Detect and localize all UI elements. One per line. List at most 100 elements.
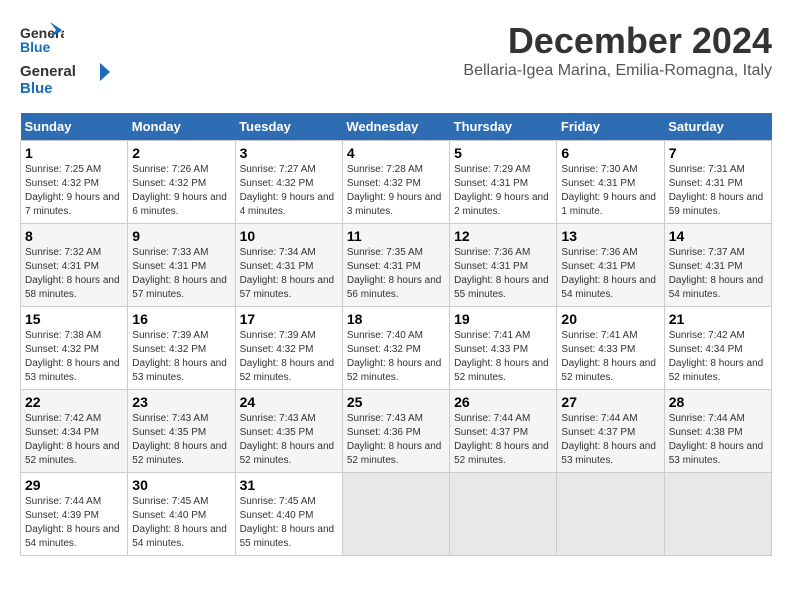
calendar-day-cell: 31 Sunrise: 7:45 AMSunset: 4:40 PMDayligh… [235, 473, 342, 556]
empty-cell [450, 473, 557, 556]
calendar-day-cell: 14 Sunrise: 7:37 AMSunset: 4:31 PMDayligh… [664, 224, 771, 307]
day-info: Sunrise: 7:42 AMSunset: 4:34 PMDaylight:… [669, 329, 767, 385]
day-number: 2 [132, 145, 230, 161]
title-block: December 2024 Bellaria-Igea Marina, Emil… [463, 20, 772, 80]
day-number: 5 [454, 145, 552, 161]
day-info: Sunrise: 7:34 AMSunset: 4:31 PMDaylight:… [240, 246, 338, 302]
calendar-day-cell: 9 Sunrise: 7:33 AMSunset: 4:31 PMDaylight… [128, 224, 235, 307]
logo-full: General Blue [20, 58, 110, 98]
day-number: 30 [132, 477, 230, 493]
day-of-week-header: Wednesday [342, 113, 449, 141]
calendar-day-cell: 17 Sunrise: 7:39 AMSunset: 4:32 PMDayligh… [235, 307, 342, 390]
day-info: Sunrise: 7:40 AMSunset: 4:32 PMDaylight:… [347, 329, 445, 385]
svg-text:General: General [20, 63, 76, 80]
logo: General Blue General Blue [20, 20, 110, 103]
day-info: Sunrise: 7:36 AMSunset: 4:31 PMDaylight:… [561, 246, 659, 302]
calendar-day-cell: 4 Sunrise: 7:28 AMSunset: 4:32 PMDaylight… [342, 141, 449, 224]
calendar-day-cell: 12 Sunrise: 7:36 AMSunset: 4:31 PMDayligh… [450, 224, 557, 307]
day-number: 6 [561, 145, 659, 161]
day-number: 7 [669, 145, 767, 161]
day-number: 18 [347, 311, 445, 327]
calendar-day-cell: 8Sunrise: 7:32 AMSunset: 4:31 PMDaylight… [21, 224, 128, 307]
calendar-day-cell: 3Sunrise: 7:27 AMSunset: 4:32 PMDaylight… [235, 141, 342, 224]
month-title: December 2024 [463, 20, 772, 62]
location-title: Bellaria-Igea Marina, Emilia-Romagna, It… [463, 62, 772, 80]
calendar-day-cell: 24Sunrise: 7:43 AMSunset: 4:35 PMDayligh… [235, 390, 342, 473]
day-number: 31 [240, 477, 338, 493]
day-info: Sunrise: 7:41 AMSunset: 4:33 PMDaylight:… [454, 329, 552, 385]
calendar-day-cell: 5 Sunrise: 7:29 AMSunset: 4:31 PMDaylight… [450, 141, 557, 224]
day-of-week-header: Saturday [664, 113, 771, 141]
calendar-table: SundayMondayTuesdayWednesdayThursdayFrid… [20, 113, 772, 556]
day-number: 16 [132, 311, 230, 327]
day-info: Sunrise: 7:43 AMSunset: 4:35 PMDaylight:… [132, 412, 230, 468]
day-number: 12 [454, 228, 552, 244]
day-of-week-header: Monday [128, 113, 235, 141]
day-info: Sunrise: 7:29 AMSunset: 4:31 PMDaylight:… [454, 163, 552, 219]
day-info: Sunrise: 7:41 AMSunset: 4:33 PMDaylight:… [561, 329, 659, 385]
day-info: Sunrise: 7:35 AMSunset: 4:31 PMDaylight:… [347, 246, 445, 302]
day-number: 23 [132, 394, 230, 410]
day-info: Sunrise: 7:39 AMSunset: 4:32 PMDaylight:… [240, 329, 338, 385]
calendar-day-cell: 16 Sunrise: 7:39 AMSunset: 4:32 PMDayligh… [128, 307, 235, 390]
day-info: Sunrise: 7:42 AMSunset: 4:34 PMDaylight:… [25, 412, 123, 468]
day-number: 4 [347, 145, 445, 161]
empty-cell [664, 473, 771, 556]
day-info: Sunrise: 7:30 AMSunset: 4:31 PMDaylight:… [561, 163, 659, 219]
day-info: Sunrise: 7:36 AMSunset: 4:31 PMDaylight:… [454, 246, 552, 302]
calendar-day-cell: 18 Sunrise: 7:40 AMSunset: 4:32 PMDayligh… [342, 307, 449, 390]
day-number: 15 [25, 311, 123, 327]
day-number: 26 [454, 394, 552, 410]
day-info: Sunrise: 7:44 AMSunset: 4:37 PMDaylight:… [561, 412, 659, 468]
day-info: Sunrise: 7:45 AMSunset: 4:40 PMDaylight:… [240, 495, 338, 551]
day-info: Sunrise: 7:26 AMSunset: 4:32 PMDaylight:… [132, 163, 230, 219]
calendar-day-cell: 2 Sunrise: 7:26 AMSunset: 4:32 PMDaylight… [128, 141, 235, 224]
calendar-day-cell: 20 Sunrise: 7:41 AMSunset: 4:33 PMDayligh… [557, 307, 664, 390]
calendar-day-cell: 7 Sunrise: 7:31 AMSunset: 4:31 PMDaylight… [664, 141, 771, 224]
day-info: Sunrise: 7:44 AMSunset: 4:39 PMDaylight:… [25, 495, 123, 551]
day-number: 25 [347, 394, 445, 410]
day-number: 3 [240, 145, 338, 161]
day-number: 29 [25, 477, 123, 493]
page-header: General Blue General Blue December 2024 … [20, 20, 772, 103]
calendar-day-cell: 13 Sunrise: 7:36 AMSunset: 4:31 PMDayligh… [557, 224, 664, 307]
svg-text:Blue: Blue [20, 80, 53, 97]
day-of-week-header: Tuesday [235, 113, 342, 141]
day-info: Sunrise: 7:25 AMSunset: 4:32 PMDaylight:… [25, 163, 123, 219]
empty-cell [342, 473, 449, 556]
calendar-day-cell: 29 Sunrise: 7:44 AMSunset: 4:39 PMDayligh… [21, 473, 128, 556]
day-info: Sunrise: 7:28 AMSunset: 4:32 PMDaylight:… [347, 163, 445, 219]
calendar-day-cell: 25Sunrise: 7:43 AMSunset: 4:36 PMDayligh… [342, 390, 449, 473]
day-number: 1 [25, 145, 123, 161]
calendar-day-cell: 22Sunrise: 7:42 AMSunset: 4:34 PMDayligh… [21, 390, 128, 473]
calendar-day-cell: 1 Sunrise: 7:25 AMSunset: 4:32 PMDaylight… [21, 141, 128, 224]
day-info: Sunrise: 7:45 AMSunset: 4:40 PMDaylight:… [132, 495, 230, 551]
day-number: 9 [132, 228, 230, 244]
day-info: Sunrise: 7:37 AMSunset: 4:31 PMDaylight:… [669, 246, 767, 302]
day-number: 20 [561, 311, 659, 327]
day-info: Sunrise: 7:44 AMSunset: 4:37 PMDaylight:… [454, 412, 552, 468]
day-number: 8 [25, 228, 123, 244]
calendar-day-cell: 30 Sunrise: 7:45 AMSunset: 4:40 PMDayligh… [128, 473, 235, 556]
calendar-day-cell: 19Sunrise: 7:41 AMSunset: 4:33 PMDayligh… [450, 307, 557, 390]
day-info: Sunrise: 7:38 AMSunset: 4:32 PMDaylight:… [25, 329, 123, 385]
calendar-day-cell: 10 Sunrise: 7:34 AMSunset: 4:31 PMDayligh… [235, 224, 342, 307]
day-info: Sunrise: 7:39 AMSunset: 4:32 PMDaylight:… [132, 329, 230, 385]
day-info: Sunrise: 7:33 AMSunset: 4:31 PMDaylight:… [132, 246, 230, 302]
calendar-day-cell: 23 Sunrise: 7:43 AMSunset: 4:35 PMDayligh… [128, 390, 235, 473]
day-of-week-header: Friday [557, 113, 664, 141]
day-of-week-header: Sunday [21, 113, 128, 141]
calendar-day-cell: 21Sunrise: 7:42 AMSunset: 4:34 PMDayligh… [664, 307, 771, 390]
day-number: 27 [561, 394, 659, 410]
day-info: Sunrise: 7:31 AMSunset: 4:31 PMDaylight:… [669, 163, 767, 219]
day-number: 14 [669, 228, 767, 244]
calendar-day-cell: 11 Sunrise: 7:35 AMSunset: 4:31 PMDayligh… [342, 224, 449, 307]
day-number: 11 [347, 228, 445, 244]
calendar-day-cell: 6 Sunrise: 7:30 AMSunset: 4:31 PMDaylight… [557, 141, 664, 224]
day-number: 10 [240, 228, 338, 244]
day-number: 17 [240, 311, 338, 327]
svg-text:Blue: Blue [20, 39, 51, 55]
calendar-day-cell: 27 Sunrise: 7:44 AMSunset: 4:37 PMDayligh… [557, 390, 664, 473]
day-number: 13 [561, 228, 659, 244]
day-number: 24 [240, 394, 338, 410]
